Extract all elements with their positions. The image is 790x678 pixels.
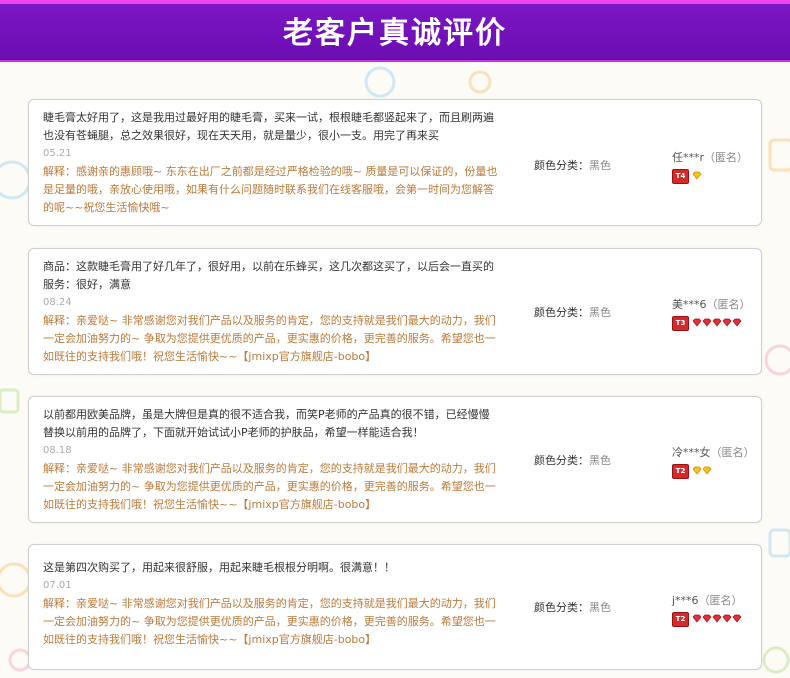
seller-reply-line: 解释：感谢亲的惠顾哦~ 东东在出厂之前都是经过严格检验的哦~ 质量是可以保证的，… xyxy=(43,165,498,178)
review-date: 08.18 xyxy=(43,445,72,456)
red-diamond-icon xyxy=(692,614,702,623)
sku-attribute: 颜色分类：黑色 xyxy=(534,157,611,173)
reviewer-info: j***6（匿名） T2 xyxy=(672,592,743,627)
review-text-line: 睫毛膏太好用了，这是我用过最好用的睫毛膏，买来一试，根根睫毛都竖起来了，而且刷两… xyxy=(43,111,494,124)
gold-diamond-icon xyxy=(702,466,712,475)
review-text-line: 以前都用欧美品牌，虽是大牌但是真的很不适合我，而笑P老师的产品真的很不错，已经慢… xyxy=(43,408,490,421)
review-text-line: 也没有苍蝇腿，总之效果很好，现在天天用，就是量少，很小一支。用完了再来买 xyxy=(43,129,439,142)
level-badge-icon: T2 xyxy=(672,464,689,479)
seller-reply-line: 一定会加油努力的~ 争取为您提供更优质的产品，更实惠的价格，更完善的服务。希望您… xyxy=(43,480,496,493)
review-text-line: 商品：这款睫毛膏用了好几年了，很好用，以前在乐蜂买，这几次都这买了，以后会一直买… xyxy=(43,260,494,273)
anonymous-label: （匿名） xyxy=(706,298,751,311)
review-card: 商品：这款睫毛膏用了好几年了，很好用，以前在乐蜂买，这几次都这买了，以后会一直买… xyxy=(28,248,762,375)
sku-label: 颜色分类： xyxy=(534,601,589,614)
seller-reply-line: 解释：亲爱哒~ 非常感谢您对我们产品以及服务的肯定，您的支持就是我们最大的动力，… xyxy=(43,314,496,327)
sku-label: 颜色分类： xyxy=(534,306,589,319)
red-diamond-icon xyxy=(702,318,712,327)
red-diamond-icon xyxy=(722,318,732,327)
review-text-line: 服务：很好，满意 xyxy=(43,278,131,291)
reviewer-info: 美***6（匿名） T3 xyxy=(672,296,751,331)
gold-diamond-icon xyxy=(692,171,702,180)
reviewer-info: 冷***女（匿名） T2 xyxy=(672,444,755,479)
sku-value: 黑色 xyxy=(589,306,611,319)
red-diamond-icon xyxy=(692,318,702,327)
review-content: 睫毛膏太好用了，这是我用过最好用的睫毛膏，买来一试，根根睫毛都竖起来了，而且刷两… xyxy=(43,109,503,217)
red-diamond-icon xyxy=(732,318,742,327)
reviewer-name[interactable]: 冷***女 xyxy=(672,446,711,459)
review-date: 05.21 xyxy=(43,148,72,159)
level-badge-icon: T3 xyxy=(672,316,689,331)
reviewer-badges: T3 xyxy=(672,316,751,331)
red-diamond-icon xyxy=(702,614,712,623)
red-diamond-icon xyxy=(712,318,722,327)
sku-label: 颜色分类： xyxy=(534,159,589,172)
sku-value: 黑色 xyxy=(589,159,611,172)
seller-reply-line: 的呢~~祝您生活愉快哦~ xyxy=(43,201,170,214)
reviewer-info: 任***r（匿名） T4 xyxy=(672,149,748,184)
sku-value: 黑色 xyxy=(589,601,611,614)
review-text-line: 这是第四次购买了，用起来很舒服，用起来睫毛根根分明啊。很满意！！ xyxy=(43,561,395,574)
red-diamond-icon xyxy=(732,614,742,623)
seller-reply-line: 解释：亲爱哒~ 非常感谢您对我们产品以及服务的肯定，您的支持就是我们最大的动力，… xyxy=(43,597,496,610)
page-title: 老客户真诚评价 xyxy=(283,16,507,51)
seller-reply-line: 解释：亲爱哒~ 非常感谢您对我们产品以及服务的肯定，您的支持就是我们最大的动力，… xyxy=(43,462,496,475)
sku-attribute: 颜色分类：黑色 xyxy=(534,599,611,615)
gold-diamond-icon xyxy=(692,466,702,475)
review-card: 这是第四次购买了，用起来很舒服，用起来睫毛根根分明啊。很满意！！ 07.01 解… xyxy=(28,544,762,670)
seller-reply-line: 一定会加油努力的~ 争取为您提供更优质的产品，更实惠的价格，更完善的服务。希望您… xyxy=(43,332,496,345)
gem-row xyxy=(692,317,742,330)
seller-reply-line: 是足量的哦，亲放心使用哦，如果有什么问题随时联系我们在线客服哦，会第一时间为您解… xyxy=(43,183,494,196)
sku-attribute: 颜色分类：黑色 xyxy=(534,452,611,468)
level-badge-icon: T4 xyxy=(672,169,689,184)
review-text-line: 替换以前用的品牌了，下面就开始试试小P老师的护肤品，希望一样能适合我！ xyxy=(43,426,424,439)
anonymous-label: （匿名） xyxy=(704,151,749,164)
anonymous-label: （匿名） xyxy=(710,446,755,459)
red-diamond-icon xyxy=(722,614,732,623)
gem-row xyxy=(692,613,742,626)
page-header: 老客户真诚评价 xyxy=(0,0,790,62)
seller-reply-line: 一定会加油努力的~ 争取为您提供更优质的产品，更实惠的价格，更完善的服务。希望您… xyxy=(43,615,496,628)
reviewer-name[interactable]: j***6 xyxy=(672,594,699,607)
red-diamond-icon xyxy=(712,614,722,623)
seller-reply-line: 如既往的支持我们哦！祝您生活愉快~~【jmixp官方旗舰店-bobo】 xyxy=(43,633,377,646)
level-badge-icon: T2 xyxy=(672,612,689,627)
seller-reply-line: 如既往的支持我们哦！祝您生活愉快~~【jmixp官方旗舰店-bobo】 xyxy=(43,350,377,363)
gem-row xyxy=(692,465,712,478)
sku-attribute: 颜色分类：黑色 xyxy=(534,304,611,320)
reviewer-badges: T2 xyxy=(672,464,755,479)
review-content: 商品：这款睫毛膏用了好几年了，很好用，以前在乐蜂买，这几次都这买了，以后会一直买… xyxy=(43,258,503,366)
review-card: 睫毛膏太好用了，这是我用过最好用的睫毛膏，买来一试，根根睫毛都竖起来了，而且刷两… xyxy=(28,99,762,226)
review-date: 08.24 xyxy=(43,297,72,308)
reviewer-badges: T2 xyxy=(672,612,743,627)
seller-reply-line: 如既往的支持我们哦！祝您生活愉快~~【jmixp官方旗舰店-bobo】 xyxy=(43,498,377,511)
review-content: 这是第四次购买了，用起来很舒服，用起来睫毛根根分明啊。很满意！！ 07.01 解… xyxy=(43,559,503,649)
reviewer-badges: T4 xyxy=(672,169,748,184)
sku-value: 黑色 xyxy=(589,454,611,467)
reviewer-name[interactable]: 美***6 xyxy=(672,298,707,311)
gem-row xyxy=(692,170,702,183)
anonymous-label: （匿名） xyxy=(698,594,743,607)
sku-label: 颜色分类： xyxy=(534,454,589,467)
reviewer-name[interactable]: 任***r xyxy=(672,151,704,164)
review-card: 以前都用欧美品牌，虽是大牌但是真的很不适合我，而笑P老师的产品真的很不错，已经慢… xyxy=(28,396,762,523)
review-date: 07.01 xyxy=(43,580,72,591)
review-content: 以前都用欧美品牌，虽是大牌但是真的很不适合我，而笑P老师的产品真的很不错，已经慢… xyxy=(43,406,503,514)
